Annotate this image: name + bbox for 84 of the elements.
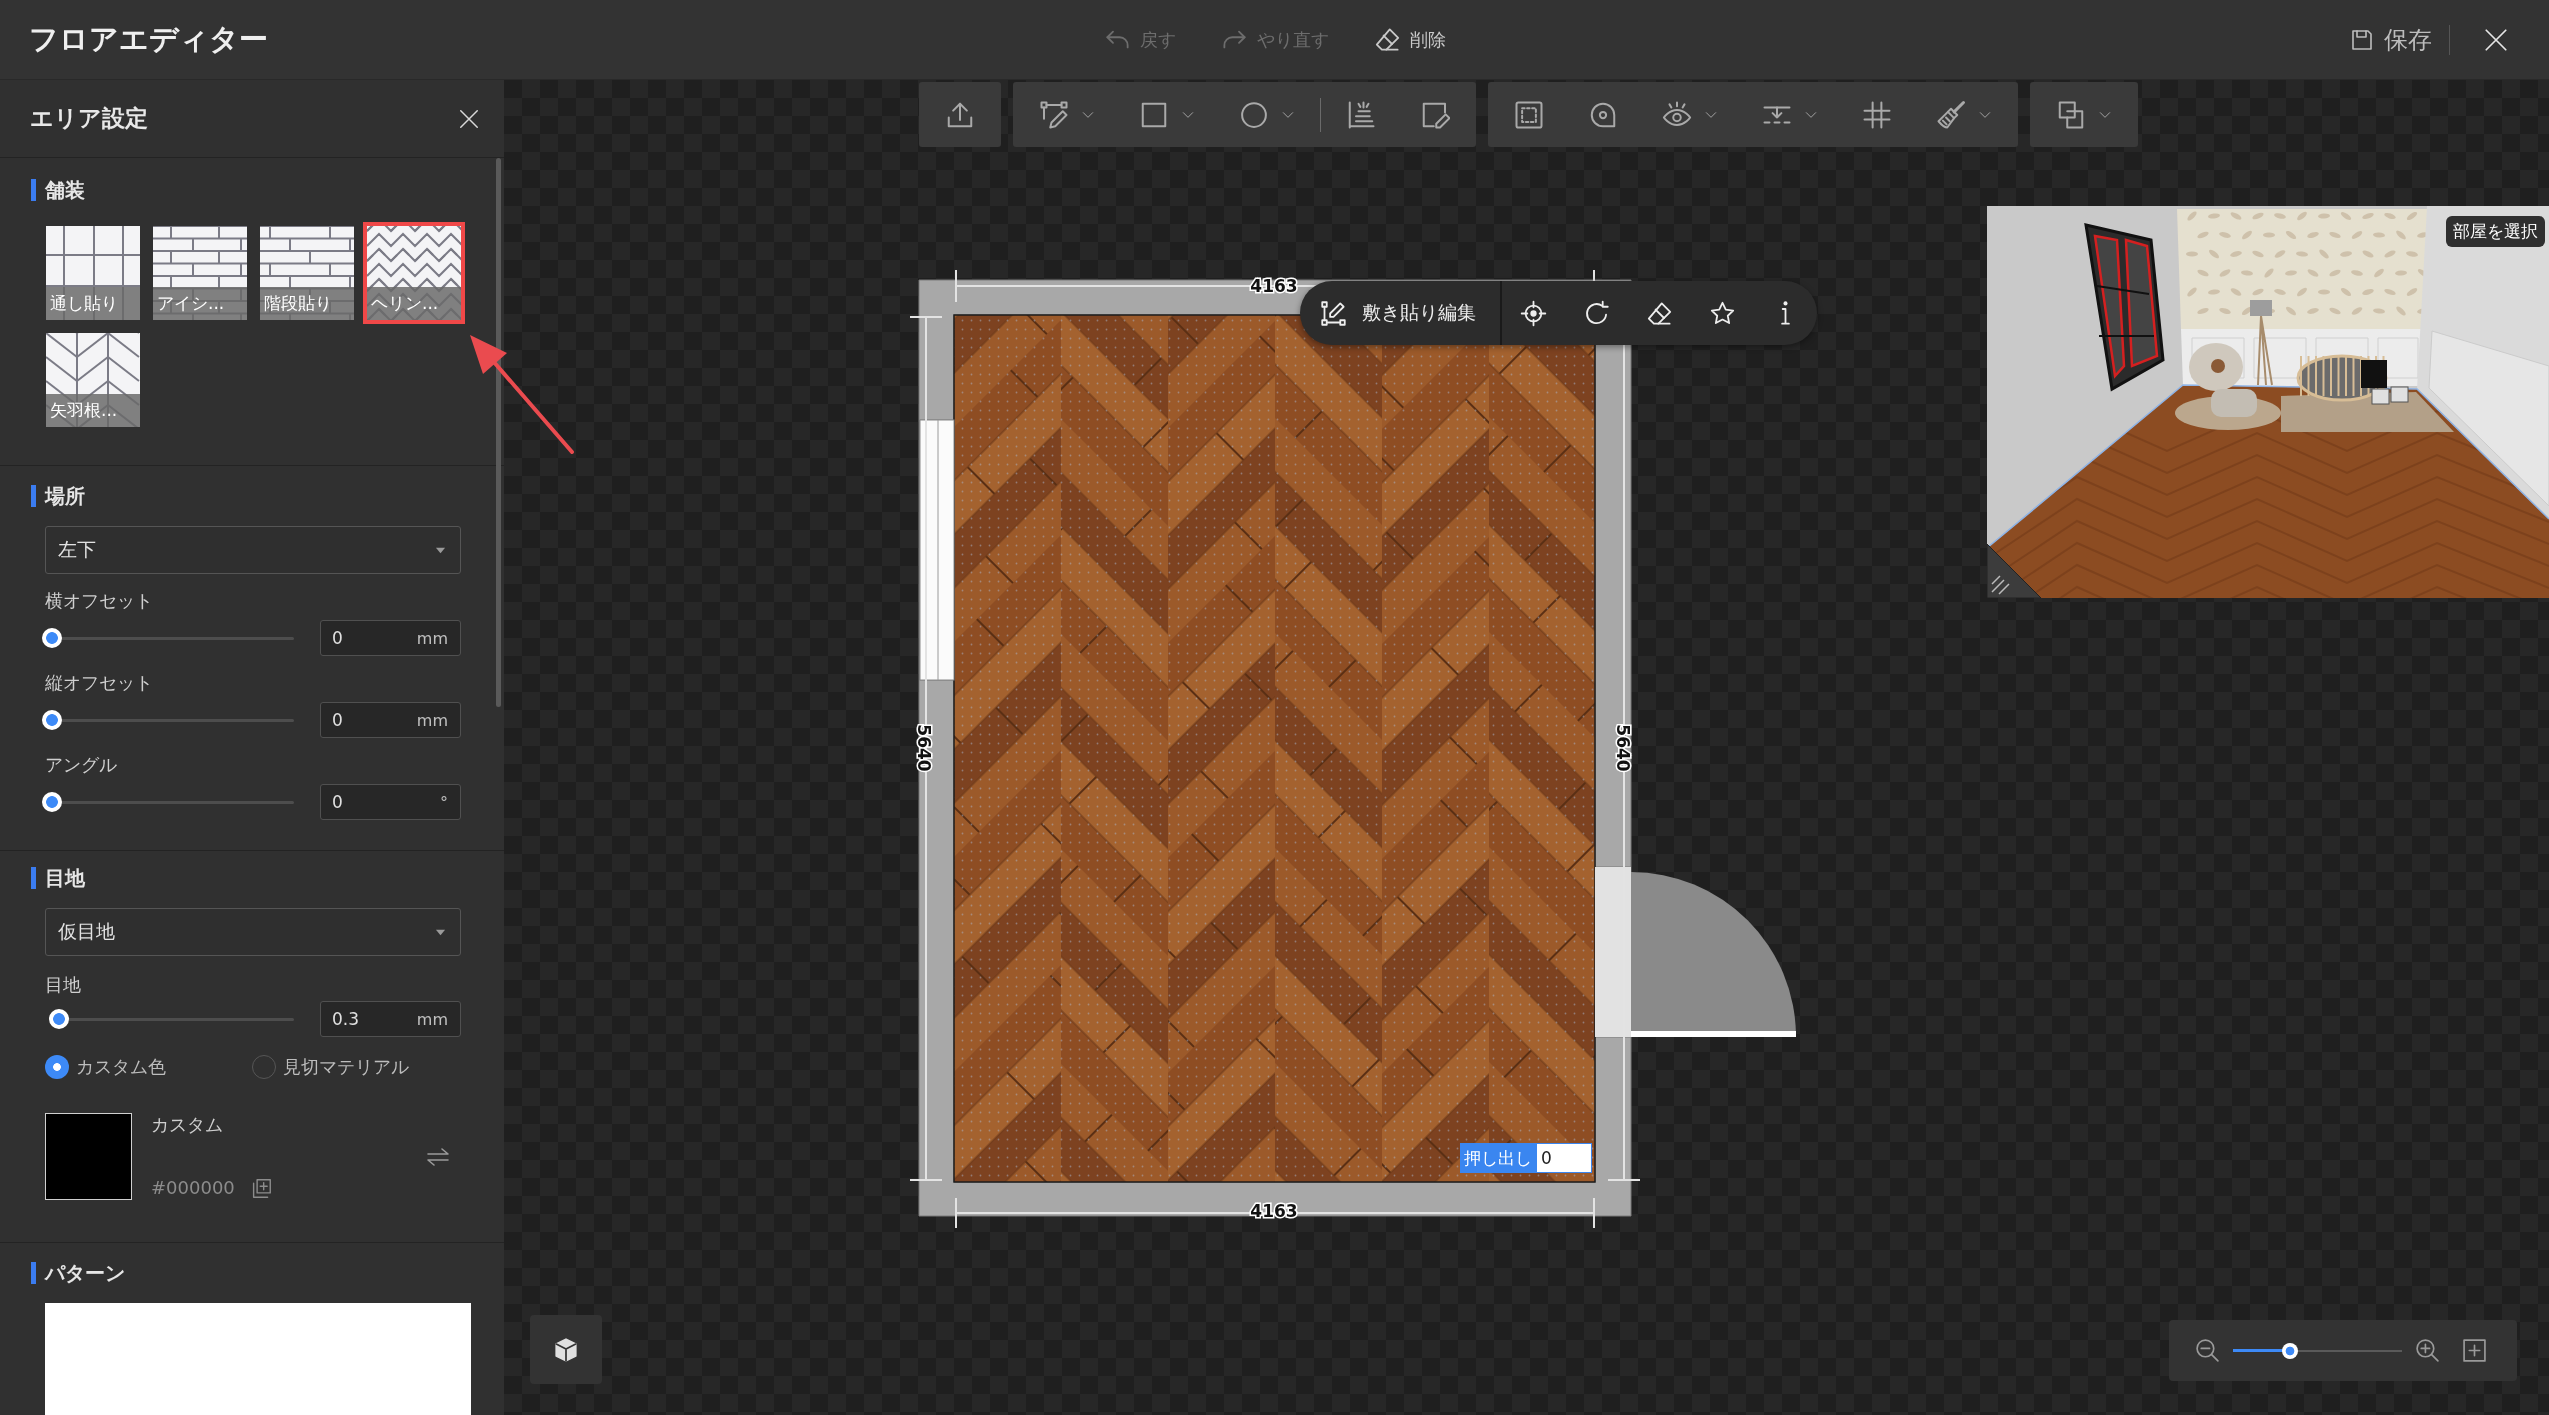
copy-add-icon xyxy=(250,1177,272,1199)
panel-title: エリア設定 xyxy=(30,104,148,133)
zoom-out-icon xyxy=(2195,1338,2220,1363)
field-label: 目地 xyxy=(45,973,82,997)
dropdown[interactable]: 左下 xyxy=(45,526,461,574)
section-title: パターン xyxy=(45,1259,125,1287)
fit-view-icon xyxy=(2462,1338,2487,1363)
section-marker-icon xyxy=(31,485,36,507)
zoom-in-icon xyxy=(2415,1338,2440,1363)
cube-icon xyxy=(553,1336,579,1363)
unit-label: ° xyxy=(440,792,448,812)
tile-edit-button[interactable]: 敷き貼り編集 xyxy=(1300,281,1500,345)
slider-track[interactable] xyxy=(42,710,294,730)
slider-track[interactable] xyxy=(42,792,294,812)
value-field[interactable]: 0 mm xyxy=(320,620,461,656)
window-title: フロアエディター xyxy=(28,20,268,58)
edit-nodes-icon xyxy=(1320,299,1347,327)
value-field[interactable]: 0.3 mm xyxy=(320,1001,461,1037)
close-panel-button[interactable] xyxy=(458,107,480,130)
rotate-icon xyxy=(1583,299,1610,327)
pen-path-icon xyxy=(1039,99,1069,130)
close-icon xyxy=(458,107,480,130)
grid-icon xyxy=(1862,99,1892,130)
value-field[interactable]: 0 ° xyxy=(320,784,461,820)
dropdown[interactable]: 仮目地 xyxy=(45,908,461,956)
zoom-slider[interactable] xyxy=(2233,1342,2402,1359)
unit-label: mm xyxy=(416,1009,448,1029)
color-swatch[interactable] xyxy=(45,1113,132,1200)
corner-handle-icon[interactable] xyxy=(1987,544,2041,598)
pattern-tile[interactable]: 階段貼り xyxy=(260,226,354,320)
dimension-label: 5640 xyxy=(1613,724,1633,772)
section-title: 目地 xyxy=(45,864,85,892)
dimension-label: 5640 xyxy=(914,724,934,772)
ruler-lines-icon xyxy=(1346,99,1376,130)
door[interactable] xyxy=(1595,867,1796,1037)
pattern-tile[interactable]: 通し貼り xyxy=(46,226,140,320)
color-hex: #000000 xyxy=(151,1176,235,1200)
section-title: 場所 xyxy=(45,482,85,510)
pattern-tile[interactable]: 矢羽根... xyxy=(46,333,140,427)
unit-label: mm xyxy=(416,628,448,648)
close-button[interactable] xyxy=(2483,26,2509,53)
slider-thumb[interactable] xyxy=(48,1009,69,1029)
extrude-field[interactable]: 0 xyxy=(1536,1143,1592,1173)
circle-icon xyxy=(1239,99,1269,130)
color-name: カスタム xyxy=(151,1113,224,1137)
section-marker-icon xyxy=(31,1262,36,1284)
zoom-out-button[interactable] xyxy=(2195,1338,2220,1363)
section-title: 舗装 xyxy=(45,176,85,204)
star-icon xyxy=(1709,299,1736,327)
window[interactable] xyxy=(919,419,955,681)
section-marker-icon xyxy=(31,179,36,201)
slider-thumb[interactable] xyxy=(42,628,62,648)
dimension-label: 4163 xyxy=(1250,276,1298,296)
extrude-label: 押し出し xyxy=(1460,1143,1536,1173)
copy-icon xyxy=(2056,99,2086,130)
zoom-in-button[interactable] xyxy=(2415,1338,2440,1363)
field-label: 横オフセット xyxy=(45,589,154,613)
eraser-icon xyxy=(1373,26,1401,53)
slider-thumb[interactable] xyxy=(42,710,62,730)
value-field[interactable]: 0 mm xyxy=(320,702,461,738)
pattern-tile[interactable]: アイシ... xyxy=(153,226,247,320)
slider-thumb[interactable] xyxy=(42,792,62,812)
section-marker-icon xyxy=(31,867,36,889)
delete-button[interactable]: 削除 xyxy=(1373,26,1446,53)
save-icon xyxy=(2350,27,2374,52)
frame-select-icon xyxy=(1514,99,1544,130)
radio-option[interactable]: 見切マテリアル xyxy=(252,1055,461,1079)
crosshair-icon xyxy=(1520,299,1547,327)
field-label: アングル xyxy=(45,753,118,777)
fit-view-button[interactable] xyxy=(2462,1338,2487,1363)
unit-label: mm xyxy=(416,710,448,730)
field-label: 縦オフセット xyxy=(45,671,154,695)
paint-brush-icon xyxy=(1936,99,1966,130)
save-button[interactable]: 保存 xyxy=(2350,23,2432,56)
slider-track[interactable] xyxy=(42,628,294,648)
close-icon xyxy=(2483,26,2509,53)
view-3d-button[interactable] xyxy=(530,1315,602,1384)
dimension-label: 4163 xyxy=(1250,1201,1298,1221)
select-room-button[interactable]: 部屋を選択 xyxy=(2446,216,2545,247)
copy-button[interactable] xyxy=(250,1177,272,1199)
radio-option[interactable]: カスタム色 xyxy=(45,1055,252,1079)
scrollbar-thumb[interactable] xyxy=(496,158,501,707)
slider-thumb[interactable] xyxy=(2281,1342,2298,1359)
eraser-icon xyxy=(1646,299,1673,327)
